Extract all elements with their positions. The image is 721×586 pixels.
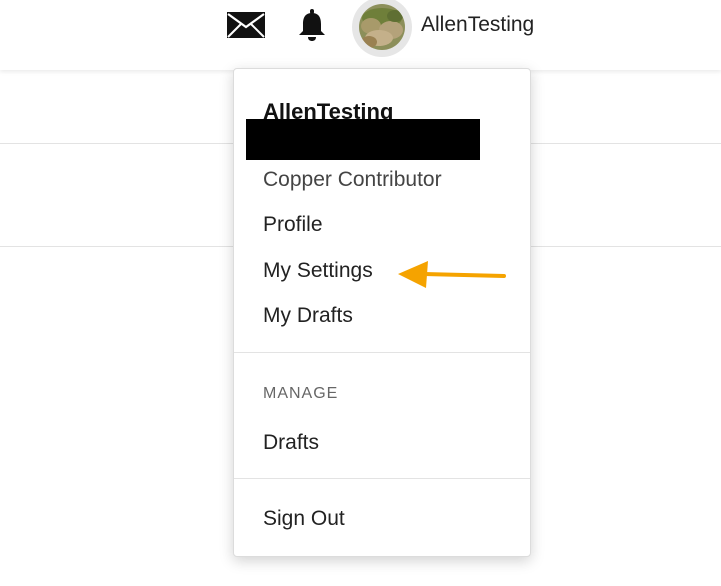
avatar <box>359 4 405 50</box>
sign-out-link[interactable]: Sign Out <box>263 507 345 531</box>
menu-item-drafts[interactable]: Drafts <box>263 431 319 455</box>
manage-section-label: MANAGE <box>263 385 339 402</box>
user-avatar-button[interactable] <box>352 0 412 57</box>
header-username[interactable]: AllenTesting <box>421 13 534 37</box>
menu-item-my-settings[interactable]: My Settings <box>263 259 373 283</box>
mail-icon[interactable] <box>226 10 266 40</box>
menu-item-my-drafts[interactable]: My Drafts <box>263 304 353 328</box>
menu-divider <box>234 352 530 353</box>
top-navigation-bar: AllenTesting <box>0 0 721 70</box>
menu-item-profile[interactable]: Profile <box>263 213 323 237</box>
bell-icon[interactable] <box>296 8 328 42</box>
annotation-arrow-icon <box>398 261 506 288</box>
user-dropdown-menu: AllenTesting Copper Contributor Profile … <box>233 68 531 557</box>
user-rank: Copper Contributor <box>263 168 442 191</box>
redaction-box <box>246 119 480 160</box>
avatar-image <box>359 4 405 50</box>
menu-divider <box>234 478 530 479</box>
